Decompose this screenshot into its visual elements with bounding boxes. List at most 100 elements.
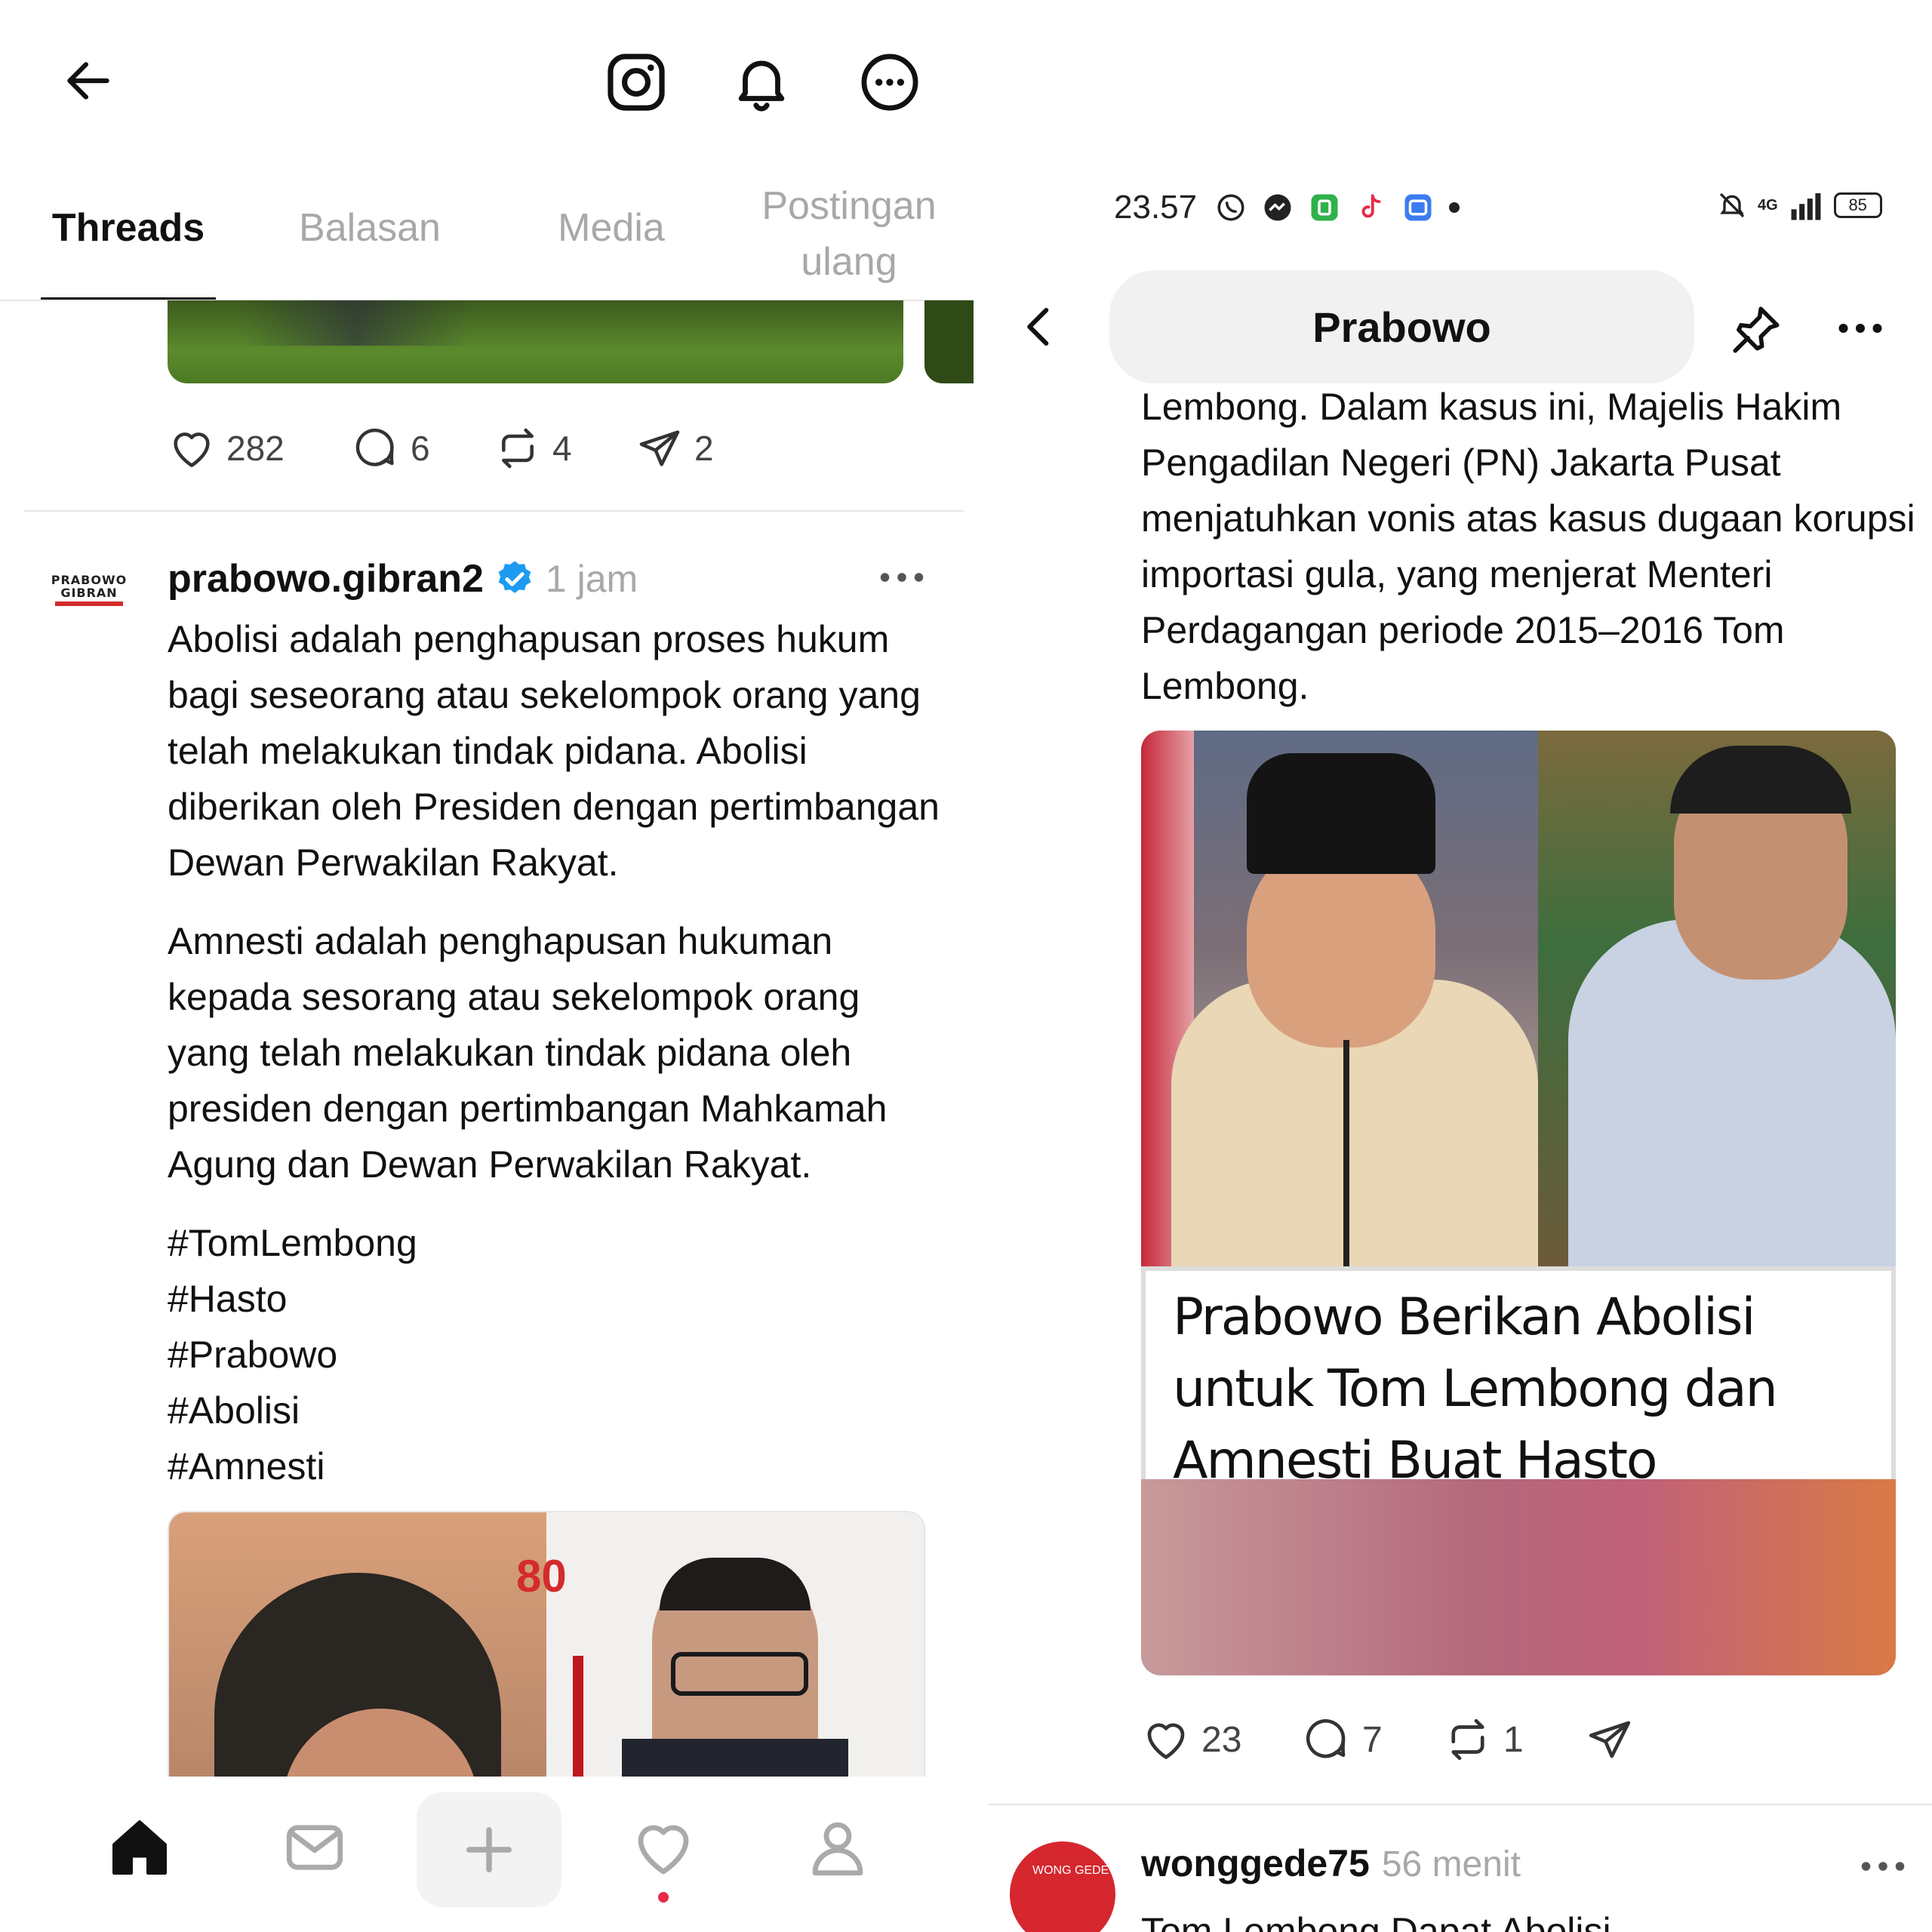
heart-icon xyxy=(638,1825,689,1875)
green-app-icon xyxy=(1311,194,1338,221)
like-stat[interactable]: 282 xyxy=(168,424,285,472)
post-divider xyxy=(24,510,964,512)
image-caption-box: Prabowo Berikan Abolisi untuk Tom Lembon… xyxy=(1146,1271,1891,1562)
notifications-button[interactable] xyxy=(729,50,794,115)
post-time: 1 jam xyxy=(545,558,638,600)
instagram-button[interactable] xyxy=(604,50,669,115)
post-more-button[interactable] xyxy=(875,558,928,596)
search-header-pill[interactable]: Prabowo xyxy=(1109,270,1694,383)
post-time: 56 menit xyxy=(1381,1844,1521,1884)
username[interactable]: wonggede75 xyxy=(1141,1841,1370,1885)
hashtag-link[interactable]: #Prabowo xyxy=(168,1327,945,1383)
hashtag-link[interactable]: #Amnesti xyxy=(168,1438,945,1494)
reply-stat[interactable]: 7 xyxy=(1302,1715,1383,1764)
comment-icon xyxy=(1306,1719,1346,1758)
avatar[interactable]: PRABOWO GIBRAN xyxy=(47,574,131,620)
repost-stat[interactable]: 1 xyxy=(1443,1715,1524,1764)
image-gradient-band xyxy=(1141,1479,1896,1675)
inbox-icon xyxy=(286,1825,343,1870)
more-notifications-dot xyxy=(1449,202,1460,213)
like-stat[interactable]: 23 xyxy=(1141,1715,1241,1764)
avatar-stripe xyxy=(55,601,123,606)
caption-line: untuk Tom Lembong dan xyxy=(1173,1359,1778,1419)
home-icon xyxy=(112,1820,167,1875)
suit-shape xyxy=(622,1739,848,1777)
tab-postingan-ulang[interactable]: Postingan ulang xyxy=(740,178,958,290)
post-more-button[interactable] xyxy=(1857,1847,1909,1885)
left-screenshot: Threads Balasan Media Postingan ulang 28… xyxy=(0,0,974,1932)
back-button[interactable] xyxy=(1015,302,1065,352)
status-app-icons xyxy=(1215,192,1460,223)
post-text: Lembong. Dalam kasus ini, Majelis Hakim … xyxy=(1141,386,1915,707)
nav-activity[interactable] xyxy=(629,1814,697,1903)
avatar-text: PRABOWO xyxy=(51,573,128,587)
battery-level: 85 xyxy=(1848,195,1867,214)
tab-media[interactable]: Media xyxy=(513,205,709,251)
hashtag-link[interactable]: #TomLembong xyxy=(168,1215,945,1271)
plus-icon xyxy=(466,1827,512,1872)
bell-icon xyxy=(738,60,785,112)
post-paragraph: Abolisi adalah penghapusan proses hukum … xyxy=(168,618,940,884)
nav-home[interactable] xyxy=(106,1814,174,1881)
reply-stat[interactable]: 6 xyxy=(352,424,430,472)
repost-count: 4 xyxy=(552,429,572,468)
share-button[interactable] xyxy=(1585,1715,1635,1764)
bell-muted-icon xyxy=(1719,192,1745,218)
network-type: 4G xyxy=(1758,196,1778,214)
next-post-preview: Tom Lembong Dapat Abolisi xyxy=(1141,1910,1611,1932)
hashtag-link[interactable]: #Hasto xyxy=(168,1271,945,1327)
previous-post-image[interactable] xyxy=(168,300,903,383)
messenger-icon xyxy=(1264,194,1291,221)
repost-stat[interactable]: 4 xyxy=(494,424,572,472)
previous-post-image-next[interactable] xyxy=(924,300,974,383)
avatar-text: GIBRAN xyxy=(60,586,118,600)
post-divider xyxy=(989,1804,1932,1805)
like-count: 23 xyxy=(1201,1719,1242,1760)
chevron-left-icon xyxy=(1027,307,1049,346)
post-header: prabowo.gibran2 1 jam xyxy=(168,552,638,605)
post-image[interactable]: Prabowo Berikan Abolisi untuk Tom Lembon… xyxy=(1141,731,1896,1675)
like-count: 282 xyxy=(226,429,285,468)
comment-icon xyxy=(355,428,394,466)
hashtag-link[interactable]: #Abolisi xyxy=(168,1383,945,1438)
battery-icon: 85 xyxy=(1833,192,1882,218)
tab-threads[interactable]: Threads xyxy=(30,205,226,251)
reply-count: 7 xyxy=(1362,1719,1383,1760)
repost-count: 1 xyxy=(1503,1719,1524,1760)
signal-icon xyxy=(1791,193,1821,220)
pin-button[interactable] xyxy=(1728,302,1784,358)
nav-profile[interactable] xyxy=(804,1814,872,1881)
status-time: 23.57 xyxy=(1114,189,1198,226)
notification-dot xyxy=(658,1892,669,1903)
tiktok-icon xyxy=(1361,194,1381,218)
glasses xyxy=(671,1652,808,1696)
photo-left xyxy=(1141,731,1538,1266)
more-options-button[interactable] xyxy=(857,50,922,115)
tab-balasan[interactable]: Balasan xyxy=(272,205,468,251)
header-more-button[interactable] xyxy=(1834,309,1887,347)
post-image[interactable]: 80 xyxy=(168,1511,925,1777)
microphone-stand xyxy=(1343,1040,1349,1266)
blue-app-icon xyxy=(1404,194,1432,221)
nav-create[interactable] xyxy=(417,1792,561,1907)
verified-badge-icon xyxy=(498,561,531,593)
hashtag-list: #TomLembong #Hasto #Prabowo #Abolisi #Am… xyxy=(168,1215,945,1494)
more-dots-icon xyxy=(1838,324,1882,333)
more-dots-icon xyxy=(880,573,924,582)
username[interactable]: prabowo.gibran2 xyxy=(168,556,484,601)
share-count: 2 xyxy=(694,429,714,468)
photo-left-half xyxy=(169,1512,546,1777)
pin-icon xyxy=(1733,306,1780,353)
person-hair xyxy=(660,1558,811,1611)
nav-inbox[interactable] xyxy=(281,1814,349,1881)
tab-label-line: Postingan xyxy=(761,184,937,228)
header-title: Prabowo xyxy=(1312,303,1491,351)
right-screenshot: 23.57 4G 85 Prabowo Lembong. Dalam kasus… xyxy=(981,0,1932,1932)
heart-icon xyxy=(174,432,210,467)
avatar[interactable]: WONG GEDE xyxy=(1010,1841,1115,1932)
back-arrow-icon xyxy=(67,62,109,100)
profile-icon xyxy=(812,1822,863,1876)
post-paragraph: Amnesti adalah penghapusan hukuman kepad… xyxy=(168,920,888,1186)
back-button[interactable] xyxy=(60,53,116,109)
share-stat[interactable]: 2 xyxy=(635,424,714,472)
